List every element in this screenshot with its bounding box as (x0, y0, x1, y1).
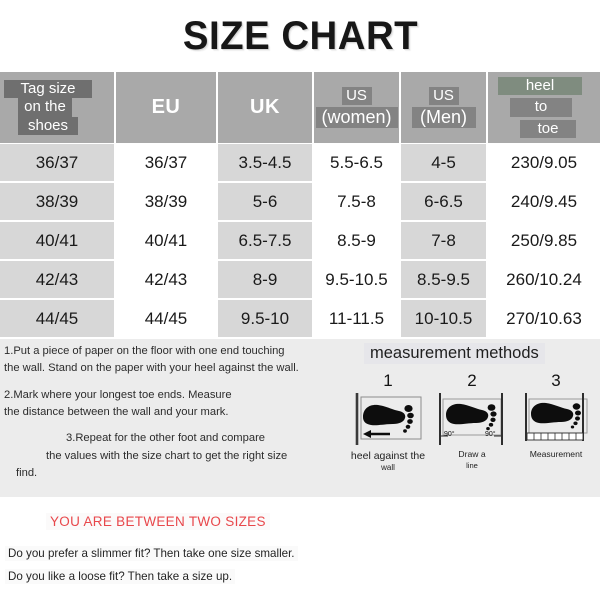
step-3-line-1: 3.Repeat for the other foot and compare (66, 432, 266, 445)
cell-tag-size: 44/45 (0, 299, 116, 339)
foot-two-lines-icon: 90° 90° (439, 393, 503, 445)
header-heel-to-toe-line2: to (510, 98, 572, 117)
cell-uk: 3.5-4.5 (217, 143, 314, 183)
table-row: 40/41 40/41 6.5-7.5 8.5-9 7-8 250/9.85 (0, 221, 600, 261)
arrow-left-icon (363, 430, 390, 438)
cell-eu: 44/45 (115, 299, 218, 339)
diagram-3-number: 3 (551, 371, 561, 390)
header-cell-uk: UK (217, 72, 314, 144)
cell-uk: 9.5-10 (217, 299, 314, 339)
header-heel-to-toe-line1: heel (498, 77, 582, 96)
step-2-line-2: the distance between the wall and your m… (4, 406, 229, 419)
header-us-men-line2: (Men) (411, 106, 476, 129)
diagram-1: 1 heel against the wall (348, 372, 428, 474)
foot-wall-icon (355, 393, 422, 445)
cell-us-men: 10-10.5 (400, 299, 488, 339)
header-tag-size-line1: Tag size (4, 80, 92, 99)
angle-right-label: 90° (485, 430, 496, 438)
diagram-2-caption-main: Draw a (458, 449, 486, 459)
cell-us-men: 7-8 (400, 221, 488, 261)
cell-us-women: 7.5-8 (313, 182, 401, 222)
step-1-line-2: the wall. Stand on the paper with your h… (4, 362, 299, 375)
diagram-2-caption-sub: line (466, 460, 478, 470)
instructions-panel: 1.Put a piece of paper on the floor with… (0, 339, 600, 497)
diagram-3-caption: Measurement (516, 449, 596, 461)
cell-eu: 40/41 (115, 221, 218, 261)
diagram-2-caption: Draw a line (432, 449, 512, 471)
header-uk-label: UK (250, 96, 280, 118)
header-us-men-line1: US (428, 86, 459, 105)
footer-panel: YOU ARE BETWEEN TWO SIZES Do you prefer … (0, 497, 600, 597)
header-tag-size-line2: on the (18, 98, 72, 117)
between-sizes-heading: YOU ARE BETWEEN TWO SIZES (46, 513, 270, 530)
table-header-row: Tag size on the shoes EU UK US (women) U… (0, 72, 600, 144)
diagram-1-number: 1 (383, 371, 393, 390)
cell-eu: 38/39 (115, 182, 218, 222)
page-title: SIZE CHART (182, 13, 418, 58)
cell-us-women: 11-11.5 (313, 299, 401, 339)
cell-us-women: 5.5-6.5 (313, 143, 401, 183)
step-3-line-2: the values with the size chart to get th… (46, 449, 288, 462)
step-3-line-3: find. (16, 467, 38, 480)
diagram-1-caption-sub: wall (381, 463, 395, 473)
fit-loose-text: Do you like a loose fit? Then take a siz… (5, 569, 236, 584)
cell-us-women: 9.5-10.5 (313, 260, 401, 300)
cell-eu: 36/37 (115, 143, 218, 183)
ruler-icon (526, 432, 584, 441)
cell-tag-size: 36/37 (0, 143, 116, 183)
header-cell-tag-size: Tag size on the shoes (0, 72, 116, 144)
cell-us-men: 8.5-9.5 (400, 260, 488, 300)
foot-ruler-icon (525, 393, 588, 441)
cell-heel-to-toe: 260/10.24 (487, 260, 600, 300)
header-heel-to-toe-line3: toe (520, 119, 576, 138)
header-cell-eu: EU (115, 72, 218, 144)
header-eu-label: EU (151, 96, 181, 118)
measurement-methods-section: measurement methods 1 heel against the w… (346, 343, 598, 493)
table-row: 44/45 44/45 9.5-10 11-11.5 10-10.5 270/1… (0, 299, 600, 339)
table-row: 36/37 36/37 3.5-4.5 5.5-6.5 4-5 230/9.05 (0, 143, 600, 183)
size-chart-table: Tag size on the shoes EU UK US (women) U… (0, 72, 600, 339)
measurement-methods-title: measurement methods (364, 343, 545, 364)
header-us-women-line2: (women) (315, 106, 398, 129)
fit-slimmer-text: Do you prefer a slimmer fit? Then take o… (5, 546, 298, 561)
table-row: 38/39 38/39 5-6 7.5-8 6-6.5 240/9.45 (0, 182, 600, 222)
diagram-row: 1 heel against the wall 2 90° 90° Draw a… (346, 372, 598, 474)
cell-us-women: 8.5-9 (313, 221, 401, 261)
cell-heel-to-toe: 230/9.05 (487, 143, 600, 183)
angle-left-label: 90° (444, 430, 455, 438)
cell-tag-size: 42/43 (0, 260, 116, 300)
cell-heel-to-toe: 240/9.45 (487, 182, 600, 222)
diagram-3: 3 Measurement (516, 372, 596, 474)
diagram-3-caption-main: Measurement (529, 449, 583, 459)
cell-heel-to-toe: 250/9.85 (487, 221, 600, 261)
title-bar: SIZE CHART (0, 0, 600, 72)
header-tag-size-line3: shoes (18, 116, 78, 135)
step-2-line-1: 2.Mark where your longest toe ends. Meas… (4, 388, 232, 401)
cell-uk: 8-9 (217, 260, 314, 300)
cell-us-men: 4-5 (400, 143, 488, 183)
diagram-2-number: 2 (467, 371, 477, 390)
table-body: 36/37 36/37 3.5-4.5 5.5-6.5 4-5 230/9.05… (0, 143, 600, 339)
header-cell-heel-to-toe: heel to toe (487, 72, 600, 144)
cell-eu: 42/43 (115, 260, 218, 300)
cell-tag-size: 38/39 (0, 182, 116, 222)
diagram-2: 2 90° 90° Draw a line (432, 372, 512, 474)
cell-tag-size: 40/41 (0, 221, 116, 261)
header-us-women-line1: US (341, 86, 372, 105)
diagram-1-caption-main: heel against the (350, 450, 426, 462)
cell-uk: 5-6 (217, 182, 314, 222)
header-cell-us-men: US (Men) (400, 72, 488, 144)
cell-uk: 6.5-7.5 (217, 221, 314, 261)
diagram-1-caption: heel against the wall (348, 449, 428, 474)
header-cell-us-women: US (women) (313, 72, 401, 144)
cell-us-men: 6-6.5 (400, 182, 488, 222)
table-row: 42/43 42/43 8-9 9.5-10.5 8.5-9.5 260/10.… (0, 260, 600, 300)
measurement-steps: 1.Put a piece of paper on the floor with… (4, 343, 344, 483)
cell-heel-to-toe: 270/10.63 (487, 299, 600, 339)
step-1-line-1: 1.Put a piece of paper on the floor with… (4, 345, 285, 357)
